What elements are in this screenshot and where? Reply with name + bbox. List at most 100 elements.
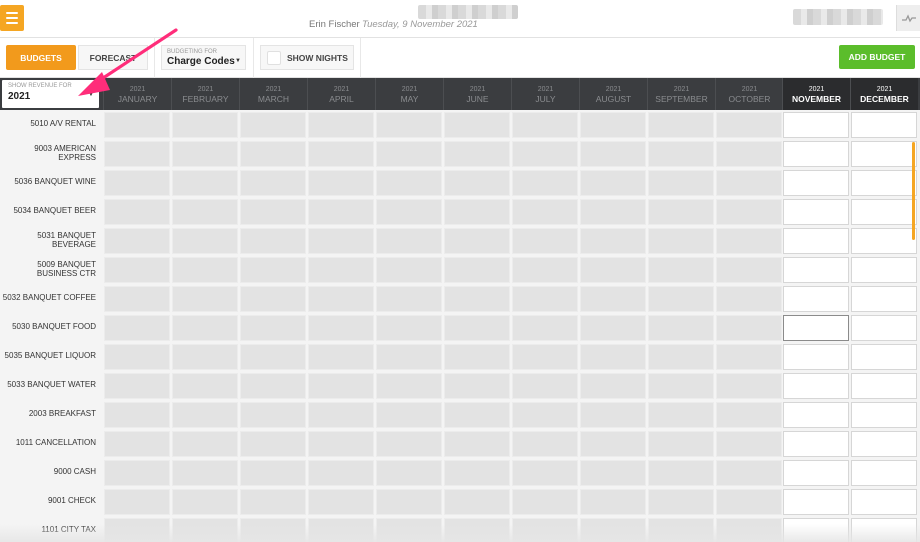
- toolbar-divider: [154, 38, 155, 78]
- budget-cell-disabled: [444, 286, 510, 312]
- budget-cell-disabled: [512, 112, 578, 138]
- budget-input-cell[interactable]: [851, 373, 917, 399]
- budget-input-cell[interactable]: [783, 315, 849, 341]
- show-revenue-for-select[interactable]: SHOW REVENUE FOR 2021 ▼: [2, 80, 99, 108]
- budget-cell-disabled: [104, 228, 170, 254]
- budget-cell-disabled: [240, 402, 306, 428]
- table-row: 5030 BANQUET FOOD: [0, 313, 920, 342]
- show-nights-toggle[interactable]: SHOW NIGHTS: [260, 45, 354, 70]
- budget-cell-disabled: [240, 315, 306, 341]
- budget-cell-disabled: [240, 228, 306, 254]
- budget-cell-disabled: [308, 489, 374, 515]
- budget-cell-disabled: [376, 402, 442, 428]
- budget-cell-disabled: [580, 402, 646, 428]
- month-year: 2021: [741, 85, 758, 93]
- budget-cell-disabled: [580, 286, 646, 312]
- budget-input-cell[interactable]: [851, 112, 917, 138]
- budget-cell-disabled: [104, 199, 170, 225]
- budget-cell-disabled: [444, 112, 510, 138]
- budget-cell-disabled: [104, 286, 170, 312]
- budget-cell-disabled: [240, 460, 306, 486]
- budget-cell-disabled: [104, 489, 170, 515]
- budget-cell-disabled: [512, 431, 578, 457]
- budget-input-cell[interactable]: [851, 402, 917, 428]
- table-row: 9000 CASH: [0, 458, 920, 487]
- budget-input-cell[interactable]: [783, 344, 849, 370]
- month-year: 2021: [469, 85, 486, 93]
- budget-input-cell[interactable]: [783, 460, 849, 486]
- budget-cell-disabled: [716, 257, 782, 283]
- budget-input-cell[interactable]: [783, 402, 849, 428]
- charge-code-label: 9003 AMERICAN EXPRESS: [34, 143, 96, 162]
- budget-input-cell[interactable]: [851, 228, 917, 254]
- month-column-header: 2021 FEBRUARY: [171, 78, 239, 110]
- budget-input-cell[interactable]: [783, 431, 849, 457]
- budget-cell-disabled: [376, 431, 442, 457]
- budget-cell-disabled: [376, 315, 442, 341]
- budget-cell-disabled: [716, 344, 782, 370]
- budget-input-cell[interactable]: [783, 170, 849, 196]
- budget-input-cell[interactable]: [851, 431, 917, 457]
- budget-input-cell[interactable]: [783, 199, 849, 225]
- budget-input-cell[interactable]: [783, 286, 849, 312]
- budget-input-cell[interactable]: [851, 170, 917, 196]
- budget-cell-disabled: [172, 460, 238, 486]
- budget-cell-disabled: [104, 141, 170, 167]
- budget-input-cell[interactable]: [783, 141, 849, 167]
- budget-input-cell[interactable]: [783, 228, 849, 254]
- budget-cell-disabled: [376, 344, 442, 370]
- budget-cell-disabled: [444, 431, 510, 457]
- budget-cell-disabled: [104, 431, 170, 457]
- charge-code-label: 5034 BANQUET BEER: [13, 206, 96, 215]
- bottom-fade: [0, 524, 920, 542]
- budget-cell-disabled: [648, 257, 714, 283]
- budget-cell-disabled: [308, 286, 374, 312]
- budget-input-cell[interactable]: [851, 199, 917, 225]
- budget-input-cell[interactable]: [851, 489, 917, 515]
- budget-cell-disabled: [240, 286, 306, 312]
- tab-budgets[interactable]: BUDGETS: [6, 45, 76, 70]
- budget-cell-disabled: [716, 460, 782, 486]
- budget-cell-disabled: [648, 112, 714, 138]
- budget-cell-disabled: [512, 141, 578, 167]
- scrollbar-thumb[interactable]: [912, 142, 915, 240]
- toolbar-divider: [360, 38, 361, 78]
- budget-cell-disabled: [240, 344, 306, 370]
- budget-cell-disabled: [240, 170, 306, 196]
- hamburger-menu-icon[interactable]: [0, 5, 24, 31]
- show-nights-checkbox[interactable]: [267, 50, 281, 65]
- budget-cell-disabled: [240, 199, 306, 225]
- budget-input-cell[interactable]: [851, 141, 917, 167]
- budget-cell-disabled: [512, 460, 578, 486]
- budget-input-cell[interactable]: [851, 315, 917, 341]
- add-budget-button[interactable]: ADD BUDGET: [839, 45, 915, 69]
- budget-cell-disabled: [716, 199, 782, 225]
- budget-input-cell[interactable]: [783, 257, 849, 283]
- budget-cell-disabled: [648, 431, 714, 457]
- budget-cell-disabled: [172, 286, 238, 312]
- budget-input-cell[interactable]: [783, 112, 849, 138]
- charge-code-label: 5009 BANQUET BUSINESS CTR: [36, 259, 96, 278]
- budget-cell-disabled: [580, 373, 646, 399]
- budget-cell-disabled: [308, 199, 374, 225]
- budget-input-cell[interactable]: [783, 489, 849, 515]
- budget-cell-disabled: [444, 373, 510, 399]
- budget-cell-disabled: [376, 460, 442, 486]
- tab-forecast[interactable]: FORECAST: [78, 45, 148, 70]
- budget-cell-disabled: [512, 170, 578, 196]
- budget-input-cell[interactable]: [783, 373, 849, 399]
- table-row: 2003 BREAKFAST: [0, 400, 920, 429]
- budget-cell-disabled: [308, 257, 374, 283]
- budget-cell-disabled: [648, 489, 714, 515]
- budget-input-cell[interactable]: [851, 460, 917, 486]
- budget-input-cell[interactable]: [851, 344, 917, 370]
- budget-input-cell[interactable]: [851, 286, 917, 312]
- budget-input-cell[interactable]: [851, 257, 917, 283]
- month-column-header: 2021 DECEMBER: [850, 78, 918, 110]
- month-name: SEPTEMBER: [655, 93, 708, 104]
- budget-cell-disabled: [308, 228, 374, 254]
- budgeting-for-select[interactable]: BUDGETING FOR Charge Codes ▼: [161, 45, 246, 70]
- budget-cell-disabled: [376, 489, 442, 515]
- budget-cell-disabled: [716, 489, 782, 515]
- activity-icon[interactable]: [896, 5, 920, 31]
